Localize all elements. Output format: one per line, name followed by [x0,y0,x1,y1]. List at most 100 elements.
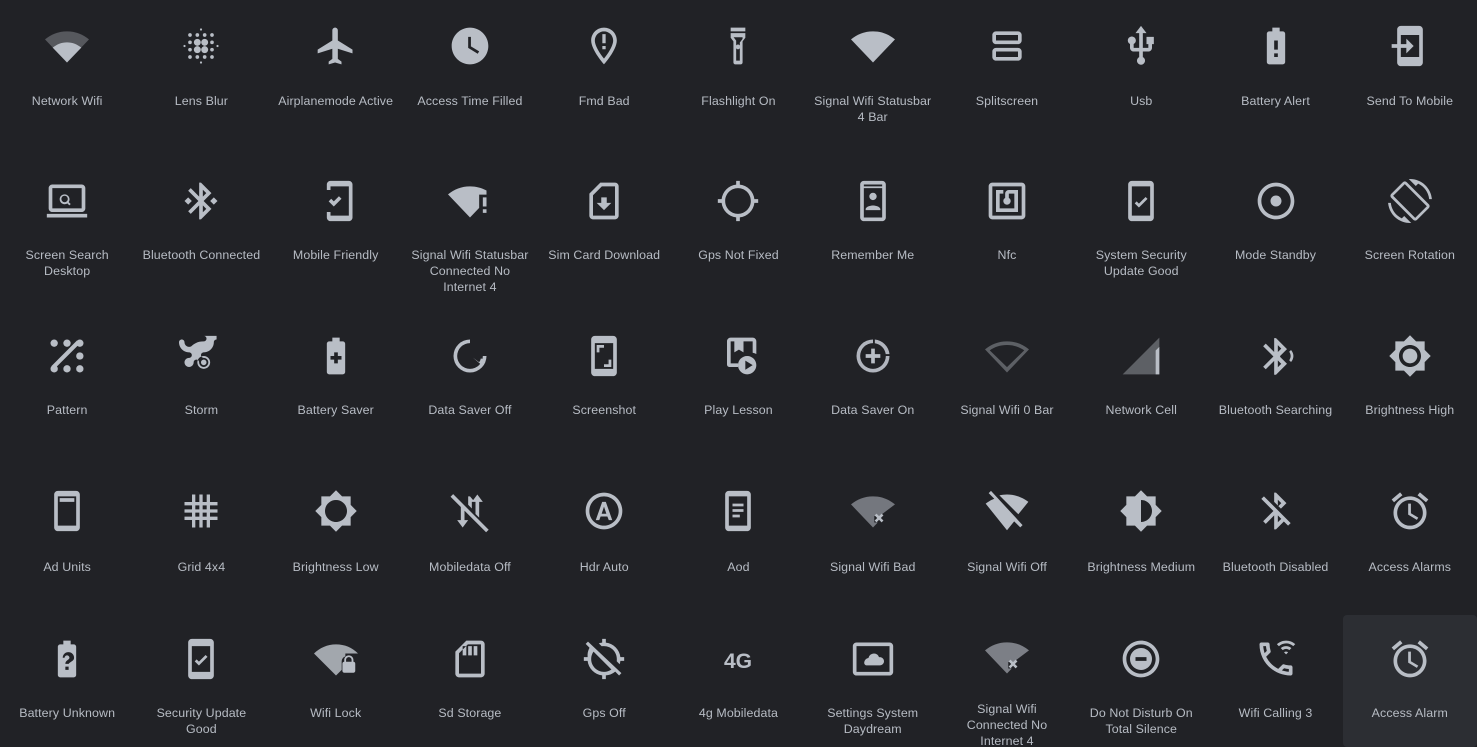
icon-label: Signal Wifi Connected No Internet 4 [966,702,1048,747]
icon-cell[interactable]: Access Alarms [1343,465,1477,615]
icon-cell[interactable]: Signal Wifi Bad [806,465,940,615]
icon-label: Bluetooth Searching [1218,403,1333,417]
icon-cell[interactable]: Signal Wifi 0 Bar [940,310,1074,465]
icon-cell[interactable]: Data Saver On [806,310,940,465]
icon-label: Wifi Lock [310,706,362,720]
icon-cell[interactable]: Security Update Good [134,615,268,747]
icon-cell[interactable]: Signal Wifi Statusbar Connected No Inter… [403,155,537,310]
icon-cell[interactable]: Signal Wifi Statusbar 4 Bar [806,0,940,155]
icon-cell[interactable]: Gps Off [537,615,671,747]
access-alarms-icon [1386,487,1434,535]
icon-label: Usb [1130,94,1153,108]
icon-cell[interactable]: Mode Standby [1208,155,1342,310]
4g-mobiledata-icon: 4G [714,635,762,683]
icon-label: Mobile Friendly [292,248,379,262]
icon-label: Network Wifi [31,94,103,108]
icon-cell[interactable]: Battery Saver [269,310,403,465]
grid-4x4-icon [177,487,225,535]
icon-cell[interactable]: Mobiledata Off [403,465,537,615]
icon-cell[interactable]: Mobile Friendly [269,155,403,310]
icon-cell[interactable]: Lens Blur [134,0,268,155]
icon-cell[interactable]: Sim Card Download [537,155,671,310]
battery-saver-icon [312,332,360,380]
icon-label: System Security Update Good [1095,248,1187,278]
icon-cell[interactable]: Network Wifi [0,0,134,155]
mobiledata-off-icon [446,487,494,535]
icon-cell[interactable]: Screen Rotation [1343,155,1477,310]
icon-cell[interactable]: Sd Storage [403,615,537,747]
icon-cell[interactable]: Ad Units [0,465,134,615]
icon-cell[interactable]: Signal Wifi Connected No Internet 4 [940,615,1074,747]
icon-cell[interactable]: Brightness Low [269,465,403,615]
icon-label: Signal Wifi Statusbar 4 Bar [814,94,932,124]
icon-cell[interactable]: Airplanemode Active [269,0,403,155]
icon-cell[interactable]: Access Alarm [1342,615,1477,747]
icon-label: Screen Rotation [1364,248,1455,262]
access-alarm-icon [1386,635,1434,683]
icon-label: Bluetooth Connected [142,248,261,262]
icon-label: Play Lesson [704,403,773,417]
icon-cell[interactable]: Aod [671,465,805,615]
icon-label: Settings System Daydream [827,706,919,736]
icon-cell[interactable]: Wifi Calling 3 [1208,615,1342,747]
icon-cell[interactable]: Access Time Filled [403,0,537,155]
icon-label: Mobiledata Off [429,560,511,574]
icon-label: Remember Me [831,248,915,262]
icon-cell[interactable]: Data Saver Off [403,310,537,465]
icon-cell[interactable]: Remember Me [806,155,940,310]
gps-not-fixed-icon [714,177,762,225]
icon-label: Security Update Good [156,706,247,736]
icon-cell[interactable]: System Security Update Good [1074,155,1208,310]
airplanemode-active-icon [312,22,360,70]
icon-label: Access Alarm [1371,706,1448,720]
icon-label: Do Not Disturb On Total Silence [1089,706,1193,736]
icon-label: Sd Storage [438,706,502,720]
mode-standby-icon [1252,177,1300,225]
icon-cell[interactable]: Battery Unknown [0,615,134,747]
icon-cell[interactable]: Bluetooth Searching [1208,310,1342,465]
icon-label: Battery Unknown [19,706,116,720]
icon-cell[interactable]: Hdr Auto [537,465,671,615]
icon-cell[interactable]: Fmd Bad [537,0,671,155]
icon-cell[interactable]: Grid 4x4 [134,465,268,615]
icon-cell[interactable]: Play Lesson [671,310,805,465]
icon-cell[interactable]: Network Cell [1074,310,1208,465]
icon-cell[interactable]: Screen Search Desktop [0,155,134,310]
icon-cell[interactable]: Battery Alert [1208,0,1342,155]
nfc-icon [983,177,1031,225]
mobile-friendly-icon [312,177,360,225]
icon-label: Screenshot [572,403,637,417]
icon-label: 4g Mobiledata [698,706,779,720]
icon-cell[interactable]: Pattern [0,310,134,465]
icon-cell[interactable]: Send To Mobile [1343,0,1477,155]
icon-cell[interactable]: Brightness Medium [1074,465,1208,615]
icon-cell[interactable]: Gps Not Fixed [671,155,805,310]
icon-cell[interactable]: Flashlight On [671,0,805,155]
do-not-disturb-on-total-silence-icon [1117,635,1165,683]
icon-cell[interactable]: Storm [134,310,268,465]
icon-cell[interactable]: Bluetooth Connected [134,155,268,310]
screen-search-desktop-icon [43,177,91,225]
brightness-low-icon [312,487,360,535]
icon-label: Send To Mobile [1366,94,1454,108]
icon-cell[interactable]: Signal Wifi Off [940,465,1074,615]
bluetooth-connected-icon [177,177,225,225]
icon-cell[interactable]: Brightness High [1343,310,1477,465]
icon-label: Signal Wifi Statusbar Connected No Inter… [411,248,529,294]
icon-cell[interactable]: Splitscreen [940,0,1074,155]
icon-cell[interactable]: 4G 4g Mobiledata [671,615,805,747]
icon-cell[interactable]: Nfc [940,155,1074,310]
icon-label: Lens Blur [174,94,229,108]
icon-cell[interactable]: Usb [1074,0,1208,155]
icon-label: Battery Alert [1241,94,1310,108]
icon-cell[interactable]: Wifi Lock [269,615,403,747]
bluetooth-searching-icon [1252,332,1300,380]
splitscreen-icon [983,22,1031,70]
icon-cell[interactable]: Settings System Daydream [806,615,940,747]
icon-cell[interactable]: Bluetooth Disabled [1208,465,1342,615]
icon-cell[interactable]: Screenshot [537,310,671,465]
icon-label: Bluetooth Disabled [1222,560,1329,574]
storm-icon [177,332,225,380]
icon-cell[interactable]: Do Not Disturb On Total Silence [1074,615,1208,747]
settings-system-daydream-icon [849,635,897,683]
